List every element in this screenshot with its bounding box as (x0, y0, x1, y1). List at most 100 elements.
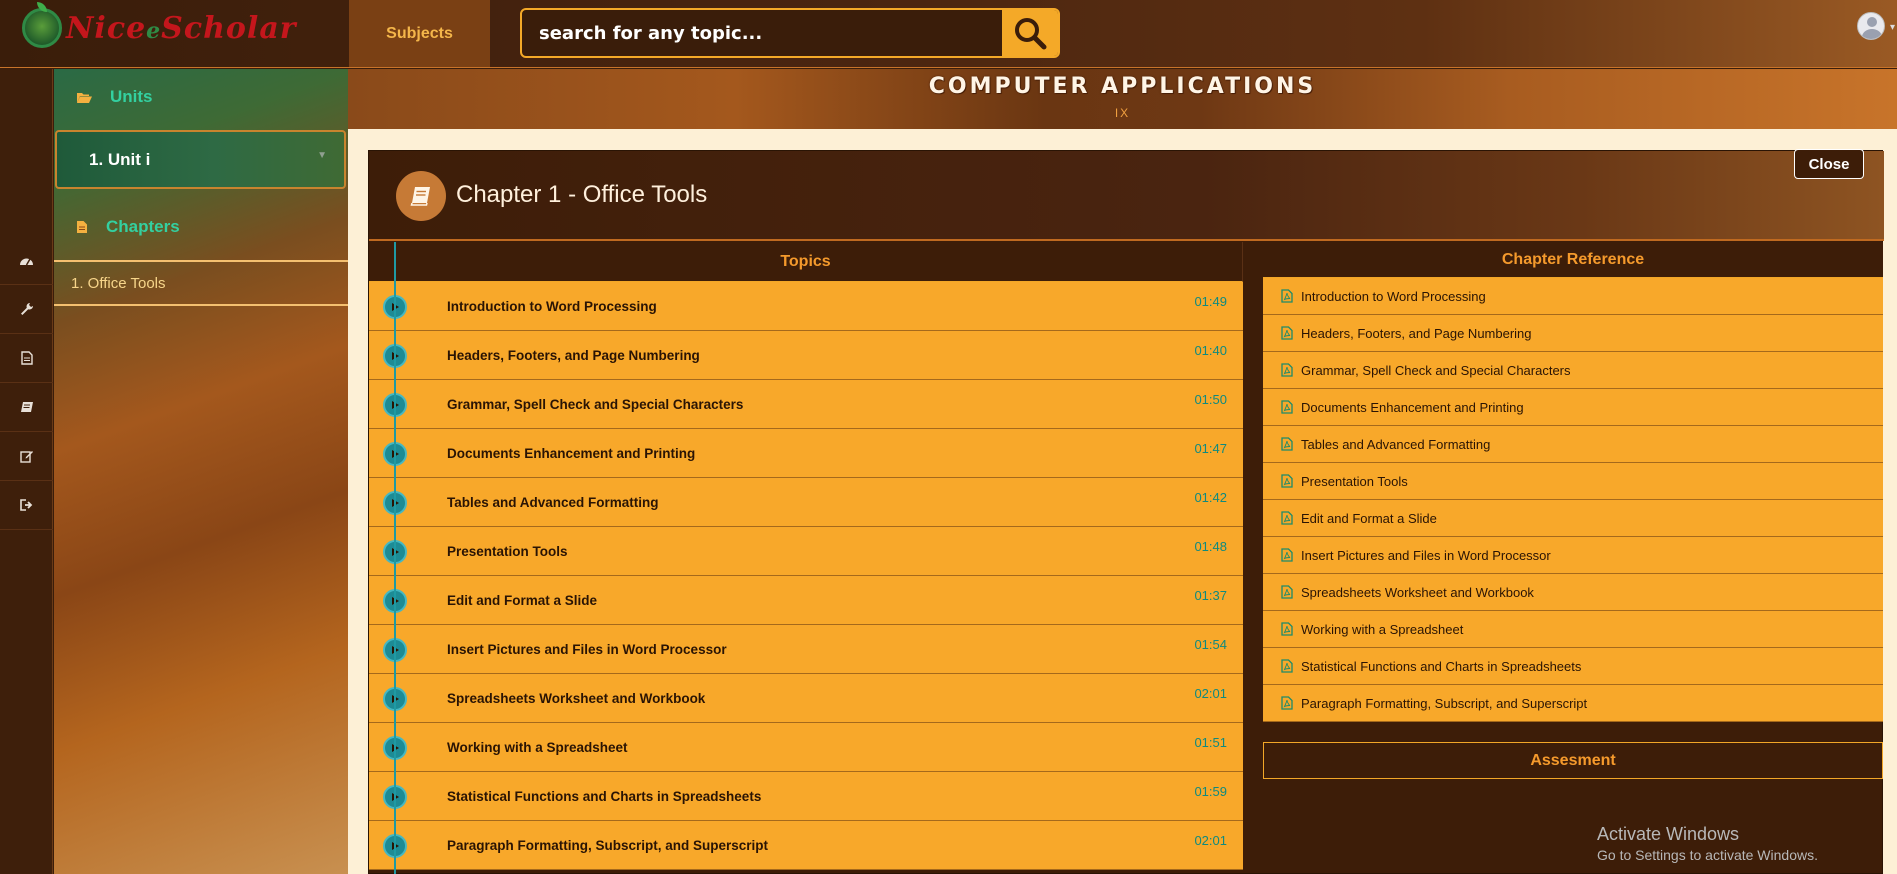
reference-item[interactable]: Grammar, Spell Check and Special Charact… (1263, 352, 1883, 389)
topic-duration: 01:54 (1194, 637, 1227, 652)
units-label: Units (110, 87, 153, 106)
search-input[interactable] (522, 10, 1000, 56)
pdf-file-icon (1281, 474, 1295, 488)
topic-name: Introduction to Word Processing (447, 299, 657, 314)
topic-name: Insert Pictures and Files in Word Proces… (447, 642, 727, 657)
reference-item[interactable]: Documents Enhancement and Printing (1263, 389, 1883, 426)
topic-row[interactable]: Documents Enhancement and Printing 01:47 (369, 429, 1243, 478)
reference-item[interactable]: Headers, Footers, and Page Numbering (1263, 315, 1883, 352)
reference-name: Paragraph Formatting, Subscript, and Sup… (1301, 695, 1588, 711)
topic-name: Statistical Functions and Charts in Spre… (447, 789, 762, 804)
brand-wordmark: NiceeScholar (66, 10, 297, 46)
class-label: IX (1114, 106, 1131, 120)
topic-name: Presentation Tools (447, 544, 568, 559)
top-bar: NiceeScholar Subjects ▾ (0, 0, 1897, 68)
topic-name: Grammar, Spell Check and Special Charact… (447, 397, 744, 412)
topic-name: Headers, Footers, and Page Numbering (447, 348, 700, 363)
pdf-file-icon (1281, 548, 1295, 562)
file-icon (76, 220, 88, 234)
chapter-badge (396, 171, 446, 221)
topic-duration: 01:48 (1194, 539, 1227, 554)
topic-duration: 01:42 (1194, 490, 1227, 505)
rail-dashboard[interactable] (0, 236, 53, 285)
subjects-button[interactable]: Subjects (349, 0, 490, 67)
assessment-header[interactable]: Assesment (1263, 742, 1883, 779)
rail-edit[interactable] (0, 432, 53, 481)
unit-item[interactable]: 1. Unit i ▼ (55, 130, 346, 189)
pdf-file-icon (1281, 659, 1295, 673)
reference-name: Introduction to Word Processing (1301, 288, 1486, 304)
reference-name: Insert Pictures and Files in Word Proces… (1301, 547, 1551, 563)
topic-row[interactable]: Spreadsheets Worksheet and Workbook 02:01 (369, 674, 1243, 723)
rail-documents[interactable] (0, 334, 53, 383)
chapters-label: Chapters (106, 217, 180, 236)
reference-item[interactable]: Presentation Tools (1263, 463, 1883, 500)
icon-rail (0, 69, 53, 874)
rail-books[interactable] (0, 383, 53, 432)
topic-duration: 02:01 (1194, 686, 1227, 701)
reference-name: Documents Enhancement and Printing (1301, 399, 1524, 415)
reference-item[interactable]: Edit and Format a Slide (1263, 500, 1883, 537)
rail-tools[interactable] (0, 285, 53, 334)
edit-icon (19, 451, 33, 463)
chapter-item[interactable]: 1. Office Tools (54, 260, 348, 306)
topic-row[interactable]: Edit and Format a Slide 01:37 (369, 576, 1243, 625)
topic-row[interactable]: Statistical Functions and Charts in Spre… (369, 772, 1243, 821)
reference-name: Spreadsheets Worksheet and Workbook (1301, 584, 1534, 600)
reference-item[interactable]: Statistical Functions and Charts in Spre… (1263, 648, 1883, 685)
topic-duration: 01:37 (1194, 588, 1227, 603)
chapter-header: Chapter 1 - Office Tools Close (369, 149, 1884, 241)
reference-name: Statistical Functions and Charts in Spre… (1301, 658, 1582, 674)
pdf-file-icon (1281, 326, 1295, 340)
brand-logo[interactable]: NiceeScholar (22, 2, 297, 52)
chevron-down-icon: ▼ (317, 150, 327, 161)
pdf-file-icon (1281, 696, 1295, 710)
document-icon (20, 351, 33, 365)
reference-item[interactable]: Introduction to Word Processing (1263, 278, 1883, 315)
topic-row[interactable]: Insert Pictures and Files in Word Proces… (369, 625, 1243, 674)
topic-name: Tables and Advanced Formatting (447, 495, 659, 510)
page-title: COMPUTER APPLICATIONS (928, 74, 1317, 99)
chapter-panel: Chapter 1 - Office Tools Close Topics In… (368, 149, 1884, 874)
subject-banner: COMPUTER APPLICATIONS IX (348, 69, 1897, 129)
topic-row[interactable]: Paragraph Formatting, Subscript, and Sup… (369, 821, 1243, 870)
unit-item-label: 1. Unit i (89, 149, 151, 169)
reference-item[interactable]: Working with a Spreadsheet (1263, 611, 1883, 648)
chapter-reference-header: Chapter Reference (1263, 242, 1883, 278)
topic-duration: 02:01 (1194, 833, 1227, 848)
reference-item[interactable]: Insert Pictures and Files in Word Proces… (1263, 537, 1883, 574)
sign-out-icon (19, 499, 32, 511)
search-icon (1015, 18, 1047, 50)
reference-name: Tables and Advanced Formatting (1301, 436, 1491, 452)
topic-row[interactable]: Headers, Footers, and Page Numbering 01:4… (369, 331, 1243, 380)
timeline-line (394, 242, 396, 874)
topic-row[interactable]: Grammar, Spell Check and Special Charact… (369, 380, 1243, 429)
reference-item[interactable]: Paragraph Formatting, Subscript, and Sup… (1263, 685, 1883, 722)
reference-item[interactable]: Spreadsheets Worksheet and Workbook (1263, 574, 1883, 611)
topic-row[interactable]: Introduction to Word Processing 01:49 (369, 282, 1243, 331)
topic-row[interactable]: Working with a Spreadsheet 01:51 (369, 723, 1243, 772)
chapters-header[interactable]: Chapters (54, 204, 348, 250)
topic-duration: 01:49 (1194, 294, 1227, 309)
topic-row[interactable]: Presentation Tools 01:48 (369, 527, 1243, 576)
chevron-down-icon[interactable]: ▾ (1890, 22, 1895, 33)
topic-duration: 01:40 (1194, 343, 1227, 358)
topic-name: Edit and Format a Slide (447, 593, 598, 608)
avatar[interactable] (1857, 12, 1885, 40)
units-header[interactable]: Units (54, 74, 348, 120)
search-button[interactable] (1000, 10, 1058, 56)
topic-duration: 01:47 (1194, 441, 1227, 456)
reference-name: Edit and Format a Slide (1301, 510, 1437, 526)
pdf-file-icon (1281, 400, 1295, 414)
close-button[interactable]: Close (1794, 149, 1864, 179)
pdf-file-icon (1281, 622, 1295, 636)
book-icon (20, 401, 33, 412)
pdf-file-icon (1281, 363, 1295, 377)
topic-name: Spreadsheets Worksheet and Workbook (447, 691, 706, 706)
search-bar (520, 8, 1060, 58)
globe-logo-icon (22, 2, 62, 48)
reference-item[interactable]: Tables and Advanced Formatting (1263, 426, 1883, 463)
rail-sign-out[interactable] (0, 481, 53, 530)
reference-name: Working with a Spreadsheet (1301, 621, 1464, 637)
topic-row[interactable]: Tables and Advanced Formatting 01:42 (369, 478, 1243, 527)
